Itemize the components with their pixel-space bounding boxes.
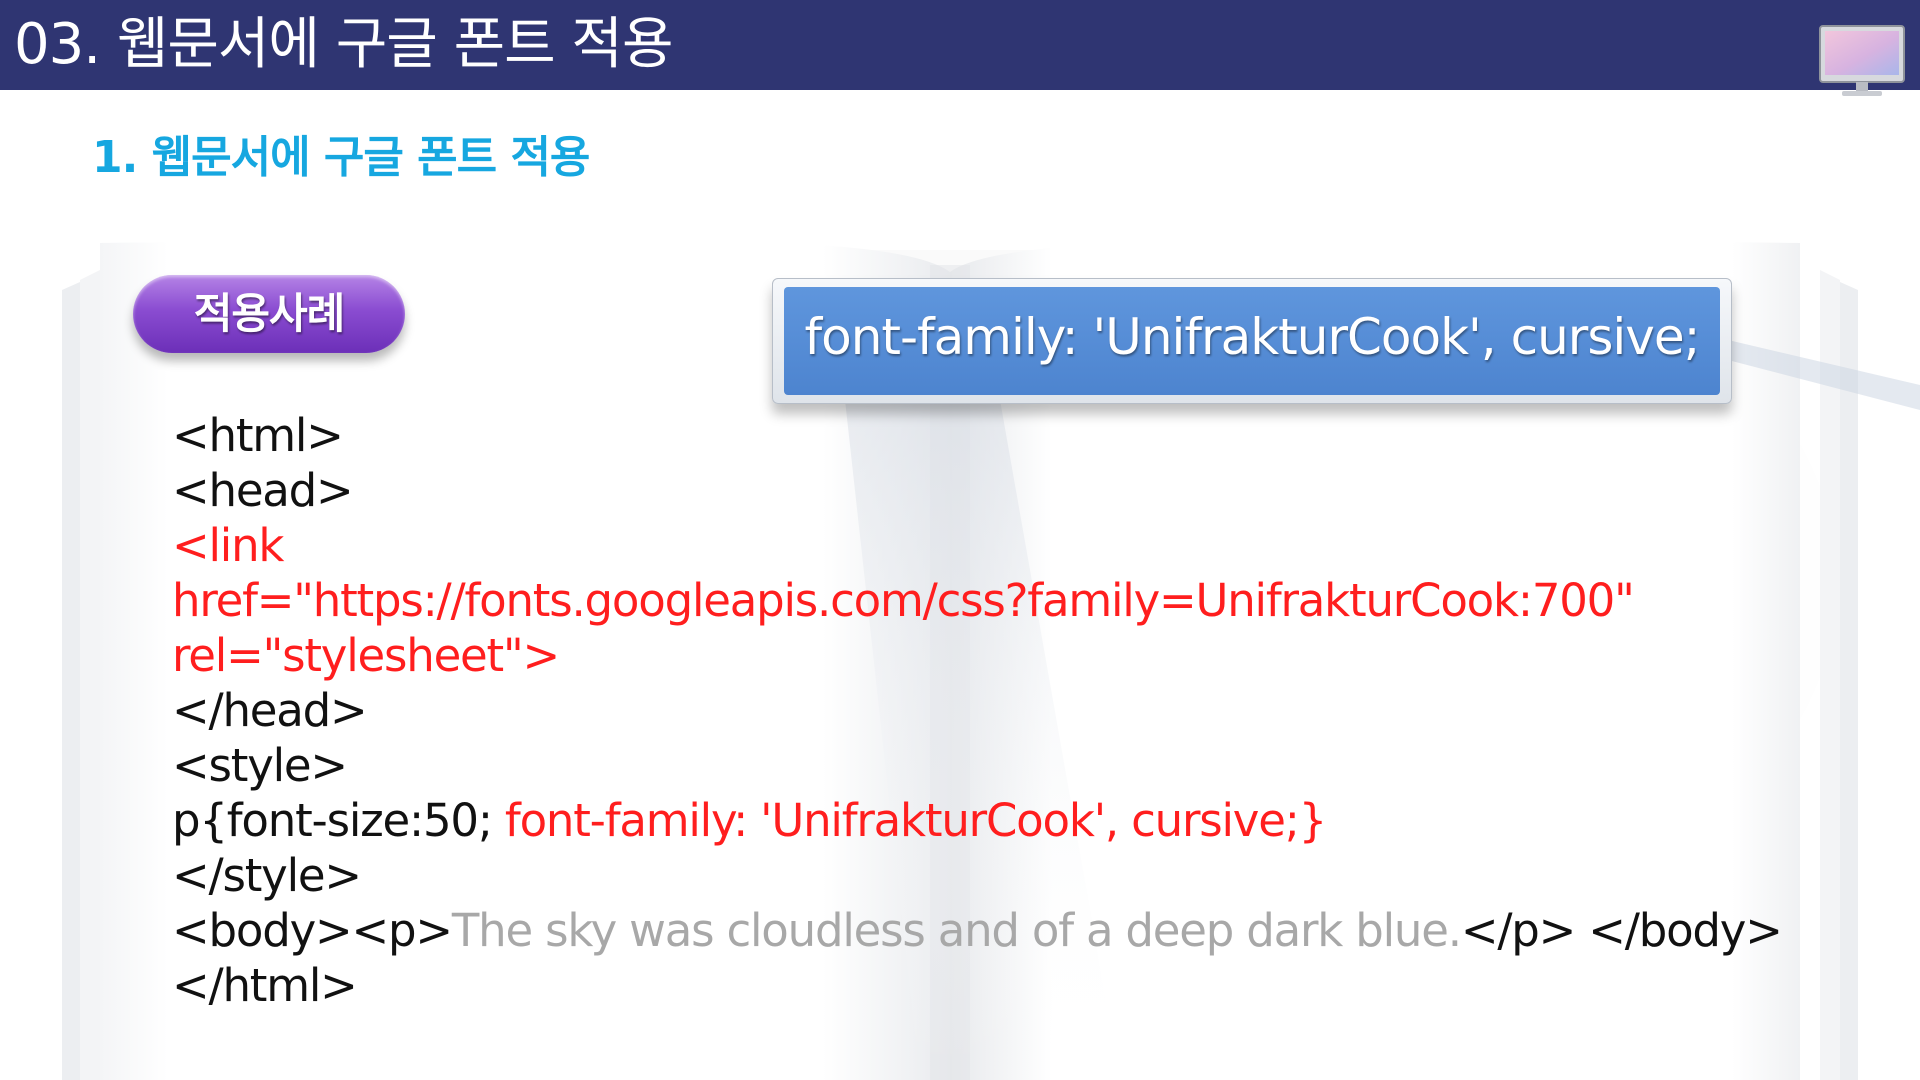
code-line-head-close: </head> xyxy=(172,684,368,737)
css-font-family: font-family: 'UnifrakturCook', cursive;} xyxy=(504,794,1327,847)
code-line-body: <body><p>The sky was cloudless and of a … xyxy=(172,903,1783,958)
code-line-style-open: <style> xyxy=(172,739,348,792)
sample-sentence: The sky was cloudless and of a deep dark… xyxy=(451,904,1462,957)
code-line-head-open: <head> xyxy=(172,464,354,517)
code-line-html-close: </html> xyxy=(172,959,358,1012)
code-line-style-close: </style> xyxy=(172,849,362,902)
body-open-tags: <body><p> xyxy=(172,904,453,957)
code-line-css-rule: p{font-size:50; font-family: 'Unifraktur… xyxy=(172,793,1672,848)
css-font-size: p{font-size:50; xyxy=(172,794,505,847)
code-line-link-href: href="https://fonts.googleapis.com/css?f… xyxy=(172,574,1635,627)
code-example: <html> <head> <link href="https://fonts.… xyxy=(172,408,1783,1013)
body-close-tags: </p> </body> xyxy=(1460,904,1783,957)
callout-font-family: font-family: 'UnifrakturCook', cursive; xyxy=(784,287,1720,395)
code-line-link-rel: rel="stylesheet"> xyxy=(172,629,560,682)
slide: 03. 웹문서에 구글 폰트 적용 1. 웹문서에 구글 폰트 적용 적용사례 … xyxy=(0,0,1920,1080)
code-line-link-open: <link xyxy=(172,519,284,572)
code-line-html-open: <html> xyxy=(172,409,344,462)
example-badge: 적용사례 xyxy=(133,275,405,353)
